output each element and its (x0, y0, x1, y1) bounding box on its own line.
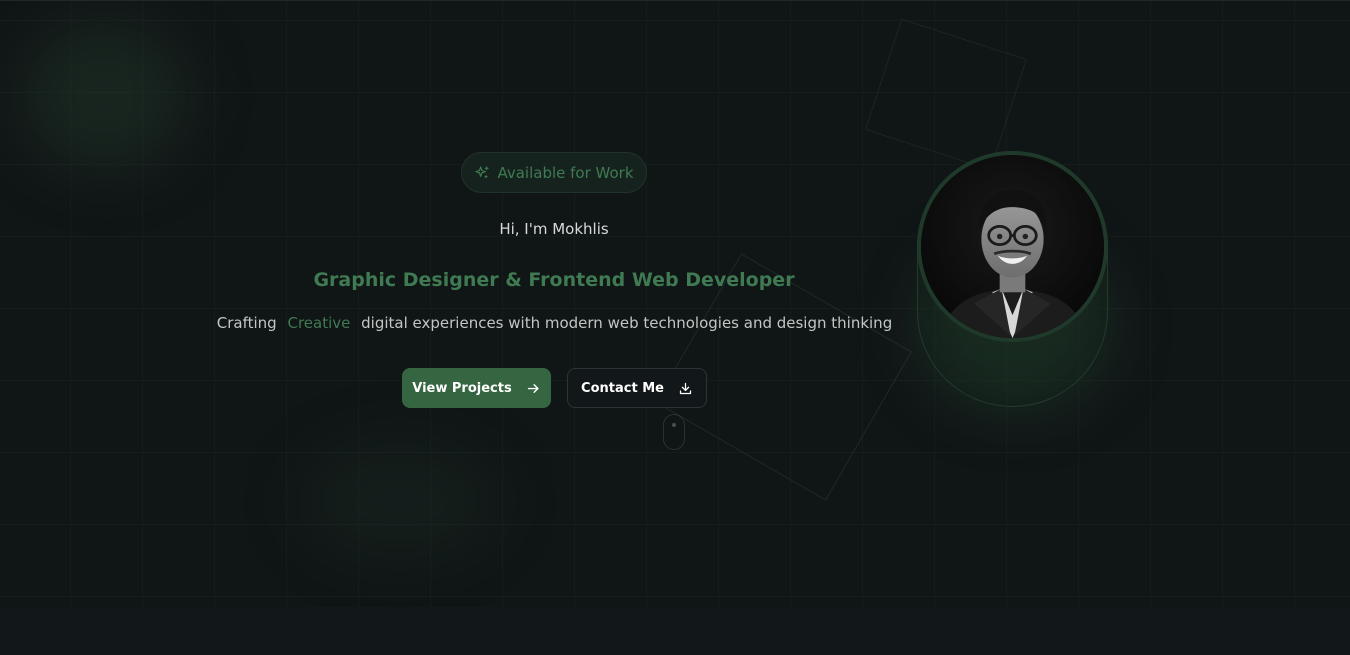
scroll-indicator-dot (672, 423, 676, 427)
tagline: Crafting Creative digital experiences wi… (200, 314, 909, 332)
sparkles-icon (475, 165, 490, 178)
background-glow (300, 441, 500, 561)
contact-me-button[interactable]: Contact Me (567, 368, 707, 408)
badge-label: Available for Work (497, 163, 634, 182)
download-icon (679, 382, 692, 394)
next-section (0, 607, 1350, 655)
profile-photo (917, 151, 1108, 342)
background-glow (20, 21, 190, 171)
arrow-right-icon (527, 383, 539, 393)
hero-section: Available for Work Hi, I'm Mokhlis Graph… (0, 0, 1350, 608)
contact-me-label: Contact Me (581, 380, 664, 396)
view-projects-label: View Projects (412, 380, 512, 396)
background-grid (0, 1, 1350, 608)
role-title: Graphic Designer & Frontend Web Develope… (313, 269, 795, 291)
tagline-end: digital experiences with modern web tech… (361, 314, 893, 332)
scroll-indicator[interactable] (663, 414, 685, 450)
profile-portrait-image (921, 155, 1104, 338)
greeting-text: Hi, I'm Mokhlis (499, 220, 609, 238)
tagline-accent-word: Creative (287, 314, 351, 332)
availability-badge: Available for Work (461, 152, 647, 193)
view-projects-button[interactable]: View Projects (402, 368, 551, 408)
tagline-start: Crafting (216, 314, 277, 332)
